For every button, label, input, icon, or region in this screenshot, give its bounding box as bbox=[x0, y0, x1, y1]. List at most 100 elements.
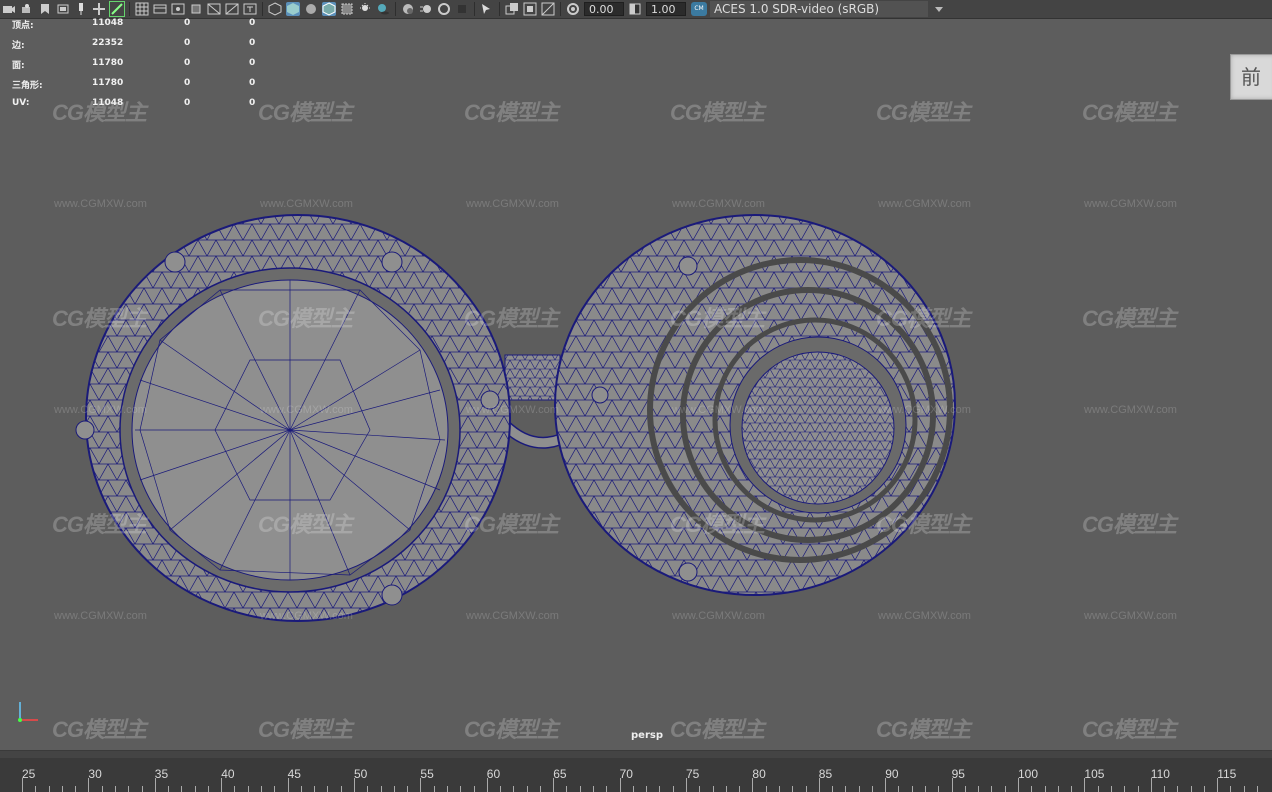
hud-value: 0 bbox=[249, 38, 256, 48]
time-tick-label: 60 bbox=[486, 767, 501, 781]
axis-gizmo-icon bbox=[18, 702, 38, 722]
time-tick bbox=[898, 786, 900, 792]
time-tick bbox=[1044, 786, 1046, 792]
time-slider-track[interactable]: 25 30 35 40 45 50 55 60 65 70 75 80 85 90 95 100 105 110 1… bbox=[0, 758, 1272, 792]
watermark-logo: CG模型主 bbox=[1082, 717, 1177, 742]
time-tick bbox=[1164, 786, 1166, 792]
watermark-logo: CG模型主 bbox=[52, 717, 147, 742]
poly-count-hud: 顶点: 11048 0 0 边: 22352 0 0 面: 11780 0 0 … bbox=[12, 18, 272, 118]
time-tick bbox=[978, 786, 980, 792]
time-tick bbox=[141, 786, 143, 792]
time-tick bbox=[407, 786, 409, 792]
time-tick bbox=[858, 786, 860, 792]
time-tick bbox=[446, 786, 448, 792]
watermark-url: www.CGMXW.com bbox=[878, 198, 971, 210]
time-tick bbox=[75, 786, 77, 792]
hud-label: 面: bbox=[12, 61, 25, 71]
time-tick bbox=[1124, 786, 1126, 792]
time-tick bbox=[287, 778, 289, 792]
time-tick bbox=[88, 778, 90, 792]
time-tick bbox=[154, 778, 156, 792]
time-tick bbox=[964, 786, 966, 792]
watermark-url: www.CGMXW.com bbox=[1084, 404, 1177, 416]
watermark-logo: CG模型主 bbox=[876, 512, 971, 537]
watermark-url: www.CGMXW.com bbox=[54, 610, 147, 622]
time-tick bbox=[845, 786, 847, 792]
time-tick bbox=[765, 786, 767, 792]
time-tick bbox=[114, 786, 116, 792]
watermark-url: www.CGMXW.com bbox=[260, 610, 353, 622]
time-tick bbox=[61, 786, 63, 792]
time-tick-label: 115 bbox=[1217, 767, 1237, 781]
time-tick bbox=[327, 786, 329, 792]
watermark-url: www.CGMXW.com bbox=[260, 198, 353, 210]
time-tick-label: 100 bbox=[1018, 767, 1039, 781]
watermark-logo: CG模型主 bbox=[258, 512, 353, 537]
time-tick bbox=[1177, 786, 1179, 792]
time-tick bbox=[433, 786, 435, 792]
time-tick bbox=[566, 786, 568, 792]
time-tick bbox=[1097, 786, 1099, 792]
watermark-logo: CG模型主 bbox=[670, 306, 765, 331]
hud-value: 0 bbox=[249, 58, 256, 68]
hud-value: 11780 bbox=[92, 78, 124, 88]
hud-value: 0 bbox=[184, 98, 191, 108]
time-tick-label: 65 bbox=[553, 767, 567, 781]
time-tick bbox=[1084, 778, 1086, 792]
time-tick-label: 25 bbox=[22, 767, 36, 781]
time-tick bbox=[1110, 786, 1112, 792]
view-cube[interactable]: 前 bbox=[1230, 54, 1272, 100]
time-tick bbox=[818, 778, 820, 792]
time-tick-label: 35 bbox=[154, 767, 169, 781]
time-tick bbox=[1217, 778, 1219, 792]
time-tick bbox=[606, 786, 608, 792]
time-tick-label: 105 bbox=[1084, 767, 1105, 781]
watermark-logo: CG模型主 bbox=[464, 100, 559, 125]
time-tick-label: 85 bbox=[818, 767, 833, 781]
time-tick bbox=[101, 786, 103, 792]
time-tick bbox=[593, 786, 595, 792]
time-slider[interactable]: 25 30 35 40 45 50 55 60 65 70 75 80 85 90 95 100 105 110 1… bbox=[0, 750, 1272, 792]
watermark-logo: CG模型主 bbox=[876, 717, 971, 742]
time-tick bbox=[805, 786, 807, 792]
time-tick bbox=[500, 786, 502, 792]
time-tick-label: 45 bbox=[287, 767, 301, 781]
time-tick bbox=[1203, 786, 1205, 792]
watermark-logo: CG模型主 bbox=[258, 306, 353, 331]
watermark-logo: CG模型主 bbox=[670, 100, 765, 125]
time-tick bbox=[1018, 778, 1019, 792]
watermark-logo: CG模型主 bbox=[464, 717, 559, 742]
time-tick bbox=[1004, 786, 1006, 792]
time-tick bbox=[274, 786, 276, 792]
watermark-url: www.CGMXW.com bbox=[1084, 610, 1177, 622]
time-tick bbox=[725, 786, 727, 792]
watermark-logo: CG模型主 bbox=[670, 717, 765, 742]
watermark-logo: CG模型主 bbox=[258, 100, 353, 125]
time-tick bbox=[35, 786, 37, 792]
watermark-url: www.CGMXW.com bbox=[878, 404, 971, 416]
time-tick bbox=[686, 778, 687, 792]
watermark-logo: CG模型主 bbox=[258, 717, 353, 742]
time-tick bbox=[832, 786, 834, 792]
time-tick bbox=[911, 786, 913, 792]
watermark-url: www.CGMXW.com bbox=[1084, 198, 1177, 210]
time-tick bbox=[1071, 786, 1073, 792]
watermark-url: www.CGMXW.com bbox=[672, 404, 765, 416]
time-tick bbox=[393, 786, 395, 792]
hud-label: 三角形: bbox=[12, 81, 43, 91]
time-tick bbox=[938, 786, 940, 792]
time-tick bbox=[1243, 786, 1245, 792]
watermark-logo: CG模型主 bbox=[876, 306, 971, 331]
watermark-url: www.CGMXW.com bbox=[878, 610, 971, 622]
time-tick-label: 30 bbox=[88, 767, 102, 781]
time-tick bbox=[632, 786, 634, 792]
time-tick bbox=[340, 786, 342, 792]
watermark-url: www.CGMXW.com bbox=[672, 198, 765, 210]
time-tick bbox=[672, 786, 674, 792]
watermark-url: www.CGMXW.com bbox=[260, 404, 353, 416]
time-tick bbox=[1057, 786, 1059, 792]
watermark-logo: CG模型主 bbox=[1082, 306, 1177, 331]
hud-value: 0 bbox=[184, 38, 191, 48]
camera-name-label: persp bbox=[631, 730, 663, 741]
time-tick bbox=[712, 786, 714, 792]
